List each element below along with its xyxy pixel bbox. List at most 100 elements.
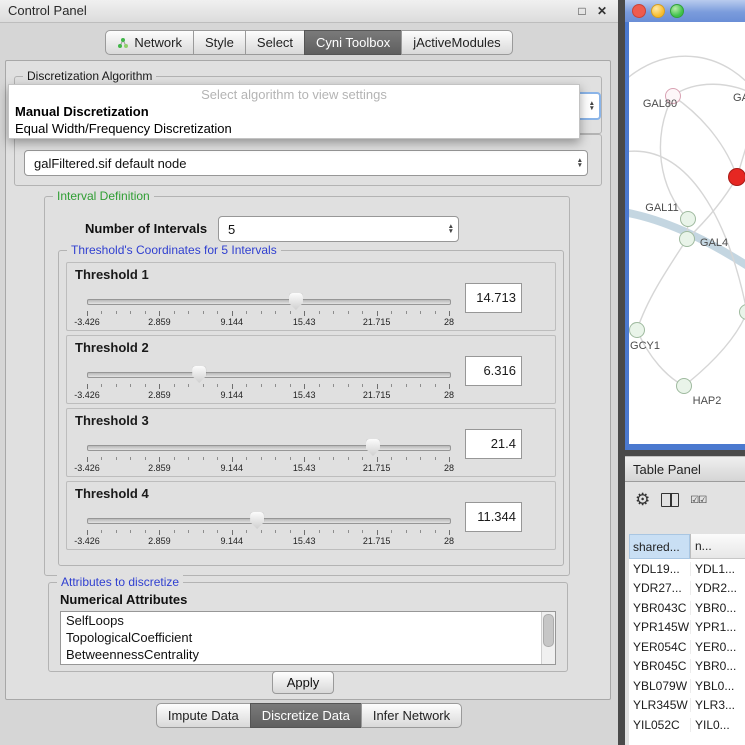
tick-label: 21.715 [363,317,391,327]
tab-cyni-toolbox[interactable]: Cyni Toolbox [304,30,402,55]
algorithm-option-equal-width[interactable]: Equal Width/Frequency Discretization [15,121,232,136]
numerical-attributes-list[interactable]: SelfLoops TopologicalCoefficient Between… [60,611,556,665]
gear-icon[interactable]: ⚙ [635,490,650,510]
network-node-gcy1[interactable] [629,322,645,338]
cell-name[interactable]: YDL1... [690,562,745,576]
table-row[interactable]: YBR043CYBR0... [629,598,745,618]
tab-impute-data[interactable]: Impute Data [156,703,251,728]
number-of-intervals-combo[interactable]: 5 ▲▼ [218,216,459,242]
tick-mark [87,311,88,316]
columns-icon[interactable] [661,493,679,507]
tab-network[interactable]: Network [105,30,194,55]
network-canvas[interactable]: GAL80GAL11GAL4GCY1HAP2GA [629,22,745,444]
cell-shared-name[interactable]: YPR145W [629,620,690,634]
table-row[interactable]: YDL19...YDL1... [629,559,745,579]
cell-name[interactable]: YBL0... [690,679,745,693]
threshold-3-value-field[interactable]: 21.4 [465,429,522,459]
threshold-1-slider[interactable]: -3.4262.8599.14415.4321.71528 [87,293,449,327]
slider-tick-labels: -3.4262.8599.14415.4321.71528 [87,536,449,546]
algorithm-option-manual[interactable]: Manual Discretization [15,104,149,119]
slider-handle[interactable] [366,439,380,456]
tick-mark [217,311,218,314]
network-node[interactable] [728,168,745,186]
cell-name[interactable]: YPR1... [690,620,745,634]
select-columns-icon[interactable]: ☑☑ [690,495,706,506]
tab-infer-network[interactable]: Infer Network [361,703,462,728]
table-row[interactable]: YDR27...YDR2... [629,579,745,599]
cell-shared-name[interactable]: YBL079W [629,679,690,693]
cell-name[interactable]: YLR3... [690,698,745,712]
table-row[interactable]: YIL052CYIL0... [629,715,745,735]
column-header-name[interactable]: n... [690,534,745,559]
threshold-3-slider[interactable]: -3.4262.8599.14415.4321.71528 [87,439,449,473]
tab-network-label: Network [134,35,182,50]
threshold-4-slider[interactable]: -3.4262.8599.14415.4321.71528 [87,512,449,546]
slider-track[interactable] [87,372,451,378]
slider-handle[interactable] [250,512,264,529]
close-icon[interactable]: ✕ [594,0,610,22]
threshold-2-value-field[interactable]: 6.316 [465,356,522,386]
tick-label: 28 [444,536,454,546]
tick-mark [232,384,233,389]
table-row[interactable]: YPR145WYPR1... [629,618,745,638]
cell-shared-name[interactable]: YIL052C [629,718,690,732]
cell-shared-name[interactable]: YBR043C [629,601,690,615]
table-row[interactable]: YBR045CYBR0... [629,657,745,677]
minimize-traffic-light-icon[interactable] [651,4,665,18]
tab-jactivemodules[interactable]: jActiveModules [401,30,512,55]
list-item-topologicalcoefficient[interactable]: TopologicalCoefficient [61,629,555,646]
table-panel-header[interactable]: Table Panel [625,456,745,482]
tick-label: 21.715 [363,390,391,400]
network-node-gal4[interactable] [679,231,695,247]
tab-style[interactable]: Style [193,30,246,55]
list-item-selfloops[interactable]: SelfLoops [61,612,555,629]
slider-handle[interactable] [289,293,303,310]
cell-name[interactable]: YDR2... [690,581,745,595]
slider-track[interactable] [87,299,451,305]
cell-name[interactable]: YBR0... [690,659,745,673]
network-node[interactable] [739,304,745,320]
slider-track[interactable] [87,445,451,451]
scrollbar-thumb[interactable] [543,614,554,647]
apply-button[interactable]: Apply [272,671,334,694]
cell-shared-name[interactable]: YLR345W [629,698,690,712]
network-node-gal11[interactable] [680,211,696,227]
table-row[interactable]: YER054CYER0... [629,637,745,657]
threshold-1-value-field[interactable]: 14.713 [465,283,522,313]
network-window-titlebar[interactable] [625,0,745,22]
table-data-combo[interactable]: galFiltered.sif default node ▲▼ [24,150,588,176]
tab-discretize-data[interactable]: Discretize Data [250,703,362,728]
tick-mark [203,530,204,533]
attributes-scrollbar[interactable] [541,612,555,664]
tick-mark [420,311,421,314]
slider-handle[interactable] [192,366,206,383]
tab-infer-network-label: Infer Network [373,708,450,723]
float-window-icon[interactable]: □ [574,0,590,22]
list-item-betweennesscentrality[interactable]: BetweennessCentrality [61,646,555,663]
table-row[interactable]: YLR345WYLR3... [629,696,745,716]
algorithm-dropdown-prompt: Select algorithm to view settings [9,87,579,102]
cell-shared-name[interactable]: YDL19... [629,562,690,576]
zoom-traffic-light-icon[interactable] [670,4,684,18]
slider-track[interactable] [87,518,451,524]
cell-shared-name[interactable]: YER054C [629,640,690,654]
tick-mark [101,311,102,314]
tick-mark [377,311,378,316]
threshold-4-value-field[interactable]: 11.344 [465,502,522,532]
network-node-hap2[interactable] [676,378,692,394]
cell-shared-name[interactable]: YBR045C [629,659,690,673]
tab-jactivemodules-label: jActiveModules [413,35,500,50]
tab-select[interactable]: Select [245,30,305,55]
threshold-2-slider[interactable]: -3.4262.8599.14415.4321.71528 [87,366,449,400]
cell-name[interactable]: YIL0... [690,718,745,732]
table-data-combo-value: galFiltered.sif default node [34,156,186,171]
tick-mark [145,311,146,314]
column-header-shared-name[interactable]: shared... [629,534,690,559]
tick-mark [188,311,189,314]
tick-mark [377,530,378,535]
table-row[interactable]: YBL079WYBL0... [629,676,745,696]
cell-shared-name[interactable]: YDR27... [629,581,690,595]
cell-name[interactable]: YER0... [690,640,745,654]
cell-name[interactable]: YBR0... [690,601,745,615]
close-traffic-light-icon[interactable] [632,4,646,18]
